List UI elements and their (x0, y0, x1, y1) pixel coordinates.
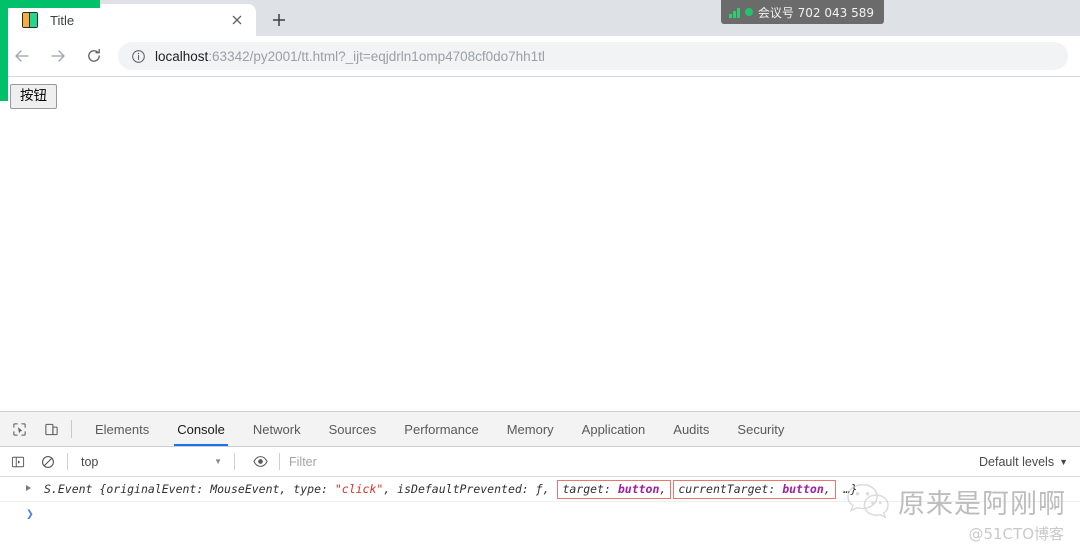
devtools-tabs: Elements Console Network Sources Perform… (81, 412, 798, 446)
page-action-button[interactable]: 按钮 (10, 84, 57, 109)
toolbar-divider (71, 420, 72, 438)
devtools-tab-bar: Elements Console Network Sources Perform… (0, 412, 1080, 447)
console-toolbar: top ▼ Default levels ▼ (0, 447, 1080, 477)
tab-performance[interactable]: Performance (390, 412, 492, 446)
live-expression-icon[interactable] (248, 450, 272, 474)
chevron-down-icon: ▼ (214, 457, 222, 466)
url-host: localhost (155, 48, 209, 64)
log-target-comma: , (659, 481, 667, 496)
execution-context-select[interactable]: top ▼ (75, 452, 227, 472)
prompt-caret-icon: ❯ (26, 507, 34, 522)
reload-icon[interactable] (80, 42, 108, 70)
browser-window: Title 会议号 702 043 589 localhost:63342/py… (0, 0, 1080, 552)
chevron-down-icon: ▼ (1059, 456, 1068, 467)
meeting-id-badge[interactable]: 会议号 702 043 589 (721, 0, 884, 24)
toolbar-divider (67, 453, 68, 470)
tab-audits[interactable]: Audits (659, 412, 723, 446)
expand-arrow-icon[interactable] (26, 485, 31, 491)
tab-title: Title (50, 12, 75, 28)
clear-console-icon[interactable] (36, 450, 60, 474)
tab-console[interactable]: Console (163, 412, 239, 446)
toolbar-divider (279, 453, 280, 470)
url-text: localhost:63342/py2001/tt.html?_ijt=eqjd… (155, 49, 545, 64)
log-type-value: "click" (334, 482, 384, 496)
tab-sources[interactable]: Sources (315, 412, 391, 446)
tab-strip: Title (0, 0, 1080, 36)
info-circle-icon[interactable] (130, 48, 146, 64)
highlight-box-current-target: currentTarget: button, (673, 479, 836, 499)
log-prevented: , isDefaultPrevented: ƒ, (383, 482, 550, 496)
tab-application[interactable]: Application (568, 412, 660, 446)
log-current-target-value[interactable]: button (782, 482, 824, 496)
close-icon[interactable] (228, 11, 246, 29)
screen-share-border-top (0, 0, 100, 8)
log-levels-label: Default levels (979, 454, 1055, 469)
highlight-box-target: target: button, (557, 479, 672, 499)
devtools-panel: Elements Console Network Sources Perform… (0, 411, 1080, 552)
pycharm-icon (22, 12, 38, 28)
signal-strength-icon (729, 7, 740, 18)
log-prefix: S.Event (44, 482, 93, 496)
log-current-target-comma: , (823, 481, 831, 496)
inspect-element-icon[interactable] (6, 416, 32, 442)
log-open-brace: { (99, 482, 107, 496)
page-viewport: 按钮 (0, 77, 1080, 411)
log-current-target-key: currentTarget: (678, 481, 776, 496)
toolbar-divider (234, 453, 235, 470)
browser-toolbar: localhost:63342/py2001/tt.html?_ijt=eqjd… (0, 36, 1080, 76)
new-tab-button[interactable] (266, 7, 292, 33)
tab-network[interactable]: Network (239, 412, 315, 446)
tab-security[interactable]: Security (723, 412, 798, 446)
execution-context-value: top (81, 454, 99, 469)
screen-share-border-left (0, 0, 8, 101)
log-type-key: type: (293, 482, 328, 496)
console-prompt-row[interactable]: ❯ (0, 502, 1080, 527)
filter-input[interactable] (289, 451, 980, 472)
back-arrow-icon[interactable] (8, 42, 36, 70)
console-log-message: S.Event {originalEvent: MouseEvent, type… (44, 479, 858, 499)
tab-memory[interactable]: Memory (493, 412, 568, 446)
browser-tab[interactable]: Title (8, 4, 256, 36)
forward-arrow-icon[interactable] (44, 42, 72, 70)
console-output: S.Event {originalEvent: MouseEvent, type… (0, 477, 1080, 527)
address-bar[interactable]: localhost:63342/py2001/tt.html?_ijt=eqjd… (118, 42, 1068, 70)
console-log-row[interactable]: S.Event {originalEvent: MouseEvent, type… (0, 477, 1080, 502)
log-original-event: originalEvent: MouseEvent, (106, 482, 287, 496)
tab-elements[interactable]: Elements (81, 412, 163, 446)
recording-dot-icon (744, 8, 753, 16)
console-sidebar-icon[interactable] (6, 450, 30, 474)
log-target-key: target: (562, 481, 611, 496)
log-levels-dropdown[interactable]: Default levels ▼ (979, 455, 1068, 469)
log-target-value[interactable]: button (618, 482, 660, 496)
url-path: :63342/py2001/tt.html?_ijt=eqjdrln1omp47… (208, 48, 545, 64)
meeting-id-text: 会议号 702 043 589 (757, 5, 874, 20)
log-suffix: …} (843, 482, 858, 496)
device-toolbar-icon[interactable] (38, 416, 64, 442)
